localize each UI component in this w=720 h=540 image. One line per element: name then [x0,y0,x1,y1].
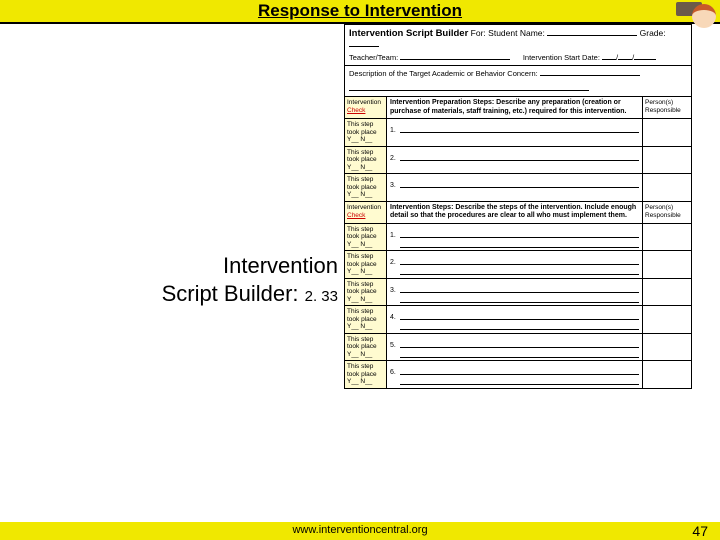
step-row: This step took place Y__ N__ 2. [345,251,691,279]
step-row: This step took place Y__ N__ 6. [345,361,691,389]
check-cell: This step took place Y__ N__ [345,306,387,333]
resp-cell [643,147,691,174]
resp-cell [643,119,691,146]
resp-cell [643,306,691,333]
student-label: Student Name: [488,28,545,38]
resp-cell [643,174,691,201]
for-label: For: [471,28,486,38]
caption-line2: Script Builder: 2. 33 [68,280,338,311]
steps-header: Intervention Steps: Describe the steps o… [387,202,643,223]
date-y-blank [634,53,656,60]
resp-header: Person(s) Responsible [643,97,691,118]
step-cell: 1. [387,224,643,251]
step-row: This step took place Y__ N__ 5. [345,334,691,362]
check-cell: This step took place Y__ N__ [345,174,387,201]
startdate-label: Intervention Start Date: [523,53,600,62]
step-cell: 2. [387,147,643,174]
resp-header: Person(s) Responsible [643,202,691,223]
title-bar: Response to Intervention [0,0,720,24]
prep-row: This step took place Y__ N__ 2. [345,147,691,175]
prep-row: This step took place Y__ N__ 1. [345,119,691,147]
resp-cell [643,279,691,306]
footer-url: www.interventioncentral.org [292,524,427,536]
form-header: Intervention Script Builder For: Student… [345,25,691,66]
teacher-label: Teacher/Team: [349,53,398,62]
form-document: Intervention Script Builder For: Student… [344,24,692,389]
step-cell: 5. [387,334,643,361]
prep-section-header: Intervention Check Intervention Preparat… [345,97,691,119]
step-row: This step took place Y__ N__ 4. [345,306,691,334]
grade-label: Grade: [640,28,666,38]
caption-line1: Intervention [68,252,338,280]
step-row: This step took place Y__ N__ 1. [345,224,691,252]
page-number: 47 [692,523,708,539]
check-header: Intervention Check [345,97,387,118]
prep-header: Intervention Preparation Steps: Describe… [387,97,643,118]
step-cell: 4. [387,306,643,333]
grade-blank [349,40,379,47]
step-cell: 2. [387,251,643,278]
check-header: Intervention Check [345,202,387,223]
check-cell: This step took place Y__ N__ [345,251,387,278]
step-cell: 3. [387,279,643,306]
date-m-blank [602,53,616,60]
desc-blank2 [349,84,589,91]
check-cell: This step took place Y__ N__ [345,147,387,174]
page-title: Response to Intervention [258,1,462,20]
avatar-icon [676,0,716,30]
prep-row: This step took place Y__ N__ 3. [345,174,691,202]
form-title: Intervention Script Builder [349,28,468,39]
step-row: This step took place Y__ N__ 3. [345,279,691,307]
student-name-blank [547,29,637,36]
check-cell: This step took place Y__ N__ [345,334,387,361]
step-cell: 3. [387,174,643,201]
slide-caption: Intervention Script Builder: 2. 33 [68,252,338,311]
step-cell: 6. [387,361,643,388]
resp-cell [643,361,691,388]
footer-bar: www.interventioncentral.org [0,522,720,540]
check-cell: This step took place Y__ N__ [345,119,387,146]
check-cell: This step took place Y__ N__ [345,224,387,251]
form-title-row: Intervention Script Builder For: Student… [349,28,687,49]
date-d-blank [618,53,632,60]
resp-cell [643,251,691,278]
check-cell: This step took place Y__ N__ [345,361,387,388]
desc-label: Description of the Target Academic or Be… [349,69,538,78]
resp-cell [643,224,691,251]
steps-section-header: Intervention Check Intervention Steps: D… [345,202,691,224]
step-cell: 1. [387,119,643,146]
description-row: Description of the Target Academic or Be… [345,66,691,97]
teacher-blank [400,53,510,60]
desc-blank1 [540,69,640,76]
form-row2: Teacher/Team: Intervention Start Date: /… [349,53,687,62]
check-cell: This step took place Y__ N__ [345,279,387,306]
resp-cell [643,334,691,361]
